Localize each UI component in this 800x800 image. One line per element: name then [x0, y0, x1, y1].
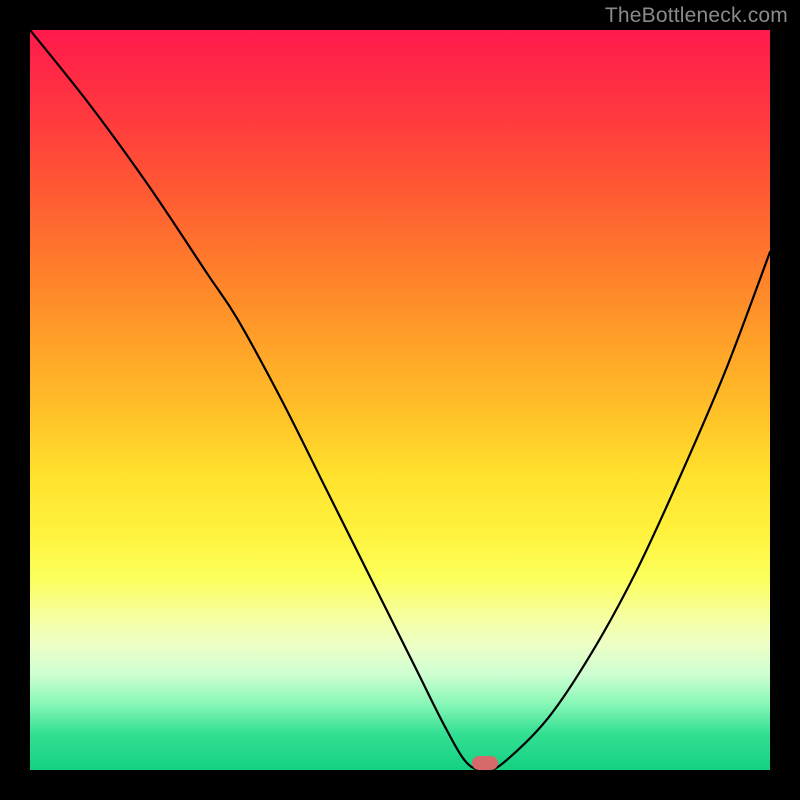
bottleneck-curve	[30, 30, 770, 770]
curve-svg	[30, 30, 770, 770]
minimum-marker	[472, 756, 498, 770]
chart-container: TheBottleneck.com	[0, 0, 800, 800]
watermark-text: TheBottleneck.com	[605, 4, 788, 28]
plot-area	[30, 30, 770, 770]
